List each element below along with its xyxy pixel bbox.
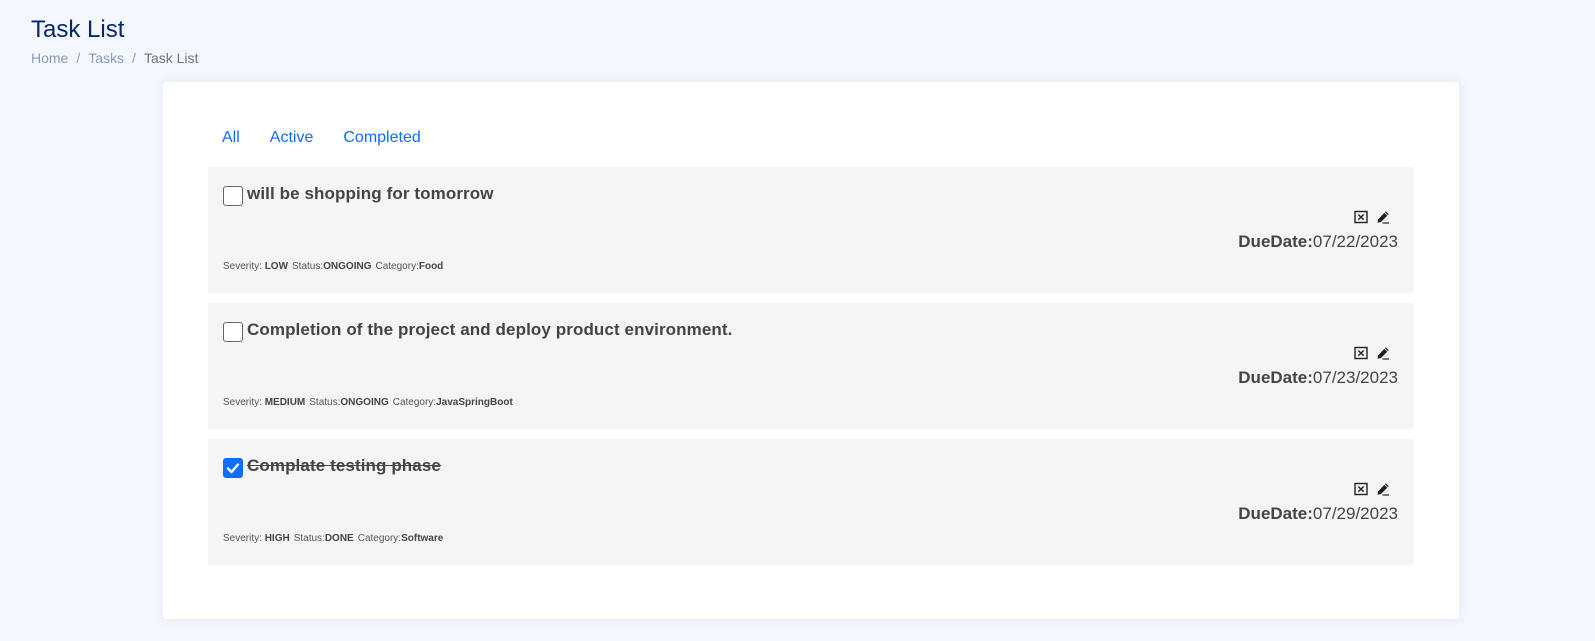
task-actions <box>1354 346 1390 360</box>
due-date-value: 07/29/2023 <box>1312 504 1398 523</box>
task-item: Completion of the project and deploy pro… <box>208 303 1414 429</box>
page-title: Task List <box>31 16 125 43</box>
tab-all[interactable]: All <box>208 126 255 150</box>
severity-value: MEDIUM <box>264 397 306 408</box>
severity-value: LOW <box>264 261 289 272</box>
severity-label: Severity: <box>223 533 262 544</box>
tab-active[interactable]: Active <box>255 126 329 150</box>
breadcrumb: Home / Tasks / Task List <box>31 50 198 66</box>
task-checkbox[interactable] <box>223 458 243 478</box>
category-label: Category: <box>375 261 419 272</box>
task-actions <box>1354 210 1390 224</box>
breadcrumb-separator: / <box>76 50 81 66</box>
pencil-icon[interactable] <box>1376 210 1390 224</box>
task-meta: Severity: HIGH Status: DONE Category: Soft… <box>223 533 443 544</box>
task-item: will be shopping for tomorrow DueDate:07… <box>208 167 1414 293</box>
category-value: Food <box>418 261 444 272</box>
severity-label: Severity: <box>223 397 262 408</box>
breadcrumb-separator: / <box>132 50 136 66</box>
task-meta: Severity: MEDIUM Status: ONGOING Category… <box>223 397 513 408</box>
delete-icon[interactable] <box>1354 482 1368 496</box>
task-card: All Active Completed will be shopping fo… <box>163 82 1459 619</box>
pencil-icon[interactable] <box>1376 346 1390 360</box>
task-title: Complate testing phase <box>247 456 441 475</box>
breadcrumb-home[interactable]: Home <box>31 50 68 66</box>
due-date-value: 07/23/2023 <box>1312 368 1398 387</box>
task-checkbox[interactable] <box>223 322 243 342</box>
task-meta: Severity: LOW Status: ONGOING Category: Fo… <box>223 261 443 272</box>
task-item: Complate testing phase DueDate:07/29/202… <box>208 439 1414 565</box>
due-date: DueDate:07/22/2023 <box>1238 232 1398 252</box>
severity-label: Severity: <box>223 261 262 272</box>
delete-icon[interactable] <box>1354 210 1368 224</box>
due-date-label: DueDate: <box>1238 368 1313 387</box>
filter-tabs: All Active Completed <box>208 126 436 150</box>
breadcrumb-tasks[interactable]: Tasks <box>88 50 124 66</box>
check-icon <box>226 463 240 474</box>
delete-icon[interactable] <box>1354 346 1368 360</box>
task-title: will be shopping for tomorrow <box>247 184 494 203</box>
status-value: ONGOING <box>340 397 389 408</box>
breadcrumb-current: Task List <box>143 50 199 66</box>
due-date-label: DueDate: <box>1238 232 1313 251</box>
task-title: Completion of the project and deploy pro… <box>247 320 733 339</box>
status-value: ONGOING <box>323 261 372 272</box>
status-value: DONE <box>324 533 354 544</box>
tab-completed[interactable]: Completed <box>328 126 435 150</box>
category-label: Category: <box>392 397 437 408</box>
status-label: Status: <box>292 261 324 272</box>
status-label: Status: <box>309 397 341 408</box>
page-header: Task List Home / Tasks / Task List <box>31 14 198 66</box>
category-value: JavaSpringBoot <box>436 397 513 408</box>
pencil-icon[interactable] <box>1376 482 1390 496</box>
category-label: Category: <box>357 533 402 544</box>
due-date-label: DueDate: <box>1238 504 1313 523</box>
due-date-value: 07/22/2023 <box>1312 232 1398 251</box>
severity-value: HIGH <box>264 533 290 544</box>
task-actions <box>1354 482 1390 496</box>
due-date: DueDate:07/29/2023 <box>1238 504 1398 524</box>
task-checkbox[interactable] <box>223 186 243 206</box>
category-value: Software <box>401 533 444 544</box>
due-date: DueDate:07/23/2023 <box>1238 368 1398 388</box>
status-label: Status: <box>293 533 325 544</box>
